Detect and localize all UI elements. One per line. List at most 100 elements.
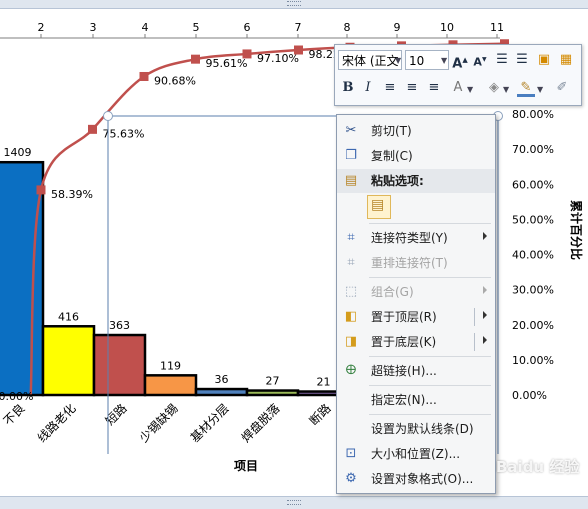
- bar-value-label: 363: [109, 319, 130, 332]
- menu-item-group[interactable]: ⬚ 组合(G): [337, 280, 495, 304]
- resize-grip-top[interactable]: [287, 1, 301, 6]
- shrink-font-icon[interactable]: A▼: [471, 51, 489, 69]
- menu-item-format-object[interactable]: ⚙ 设置对象格式(O)...: [337, 467, 495, 491]
- menu-item-paste-options: ▤ 粘贴选项:: [337, 169, 495, 193]
- sheet-bottom-border: [0, 496, 588, 509]
- menu-item-label: 设置对象格式(O)...: [371, 472, 474, 486]
- copy-icon: ❐: [345, 148, 357, 163]
- category-label: 少锡缺锡: [136, 401, 181, 446]
- menu-item-label: 指定宏(N)...: [371, 393, 437, 407]
- size-position-icon: ⊡: [345, 446, 357, 461]
- align-center-icon[interactable]: ☰: [513, 51, 531, 69]
- send-back-icon: ◨: [344, 334, 358, 349]
- category-label: 基材分层: [188, 401, 232, 445]
- menu-item-reroute-connectors[interactable]: ⌗ 重排连接符(T): [337, 251, 495, 275]
- menu-item-send-to-back[interactable]: ◨ 置于底层(K): [337, 330, 495, 354]
- bold-icon[interactable]: B: [339, 79, 357, 97]
- menu-split-divider: [474, 308, 475, 326]
- cumulative-data-label: 90.68%: [154, 74, 196, 87]
- menu-item-label: 置于底层(K): [371, 335, 437, 349]
- chevron-down-icon[interactable]: ▼: [537, 85, 543, 94]
- font-color-icon[interactable]: A: [449, 79, 467, 97]
- cumulative-data-label: 75.63%: [103, 127, 145, 140]
- text-box-icon[interactable]: ▣: [535, 51, 553, 69]
- menu-separator: [369, 277, 491, 278]
- secondary-x-tick-label: 10: [440, 21, 454, 34]
- grow-font-icon[interactable]: A▲: [451, 51, 469, 71]
- resize-grip-bottom[interactable]: [287, 500, 301, 505]
- category-label: 不良: [0, 401, 28, 429]
- menu-separator: [369, 385, 491, 386]
- menu-item-hyperlink[interactable]: 🜨 超链接(H)...: [337, 359, 495, 383]
- secondary-x-tick-label: 7: [295, 21, 302, 34]
- font-name-value: 宋体 (正文: [342, 54, 399, 68]
- bring-front-icon: ◧: [344, 309, 358, 324]
- menu-item-cut[interactable]: ✂ 剪切(T): [337, 119, 495, 143]
- cumulative-data-label: 95.61%: [206, 57, 248, 70]
- italic-icon[interactable]: I: [359, 79, 377, 97]
- secondary-x-tick-label: 4: [142, 21, 149, 34]
- menu-item-label: 剪切(T): [371, 124, 412, 138]
- align-left-icon[interactable]: ≡: [381, 79, 399, 97]
- chart-bar: [194, 387, 249, 397]
- menu-item-label: 超链接(H)...: [371, 364, 437, 378]
- menu-item-label: 粘贴选项:: [371, 174, 424, 188]
- bar-value-label: 416: [58, 310, 79, 323]
- category-label: 断路: [306, 401, 334, 429]
- right-axis-tick-label: 80.00%: [512, 108, 554, 121]
- connector-icon: ⌗: [347, 230, 355, 245]
- menu-separator: [369, 356, 491, 357]
- chevron-down-icon[interactable]: ▼: [441, 56, 447, 65]
- menu-separator: [369, 223, 491, 224]
- menu-item-set-default-line[interactable]: 设置为默认线条(D): [337, 417, 495, 441]
- menu-item-label: 置于顶层(R): [371, 310, 437, 324]
- menu-item-copy[interactable]: ❐ 复制(C): [337, 144, 495, 168]
- submenu-arrow-icon[interactable]: [483, 336, 487, 344]
- menu-item-bring-to-front[interactable]: ◧ 置于顶层(R): [337, 305, 495, 329]
- category-label: 短路: [102, 401, 130, 429]
- bar-value-label: 27: [266, 375, 280, 388]
- menu-item-size-position[interactable]: ⊡ 大小和位置(Z)...: [337, 442, 495, 466]
- cumulative-point: [242, 49, 252, 59]
- chart-bar: [41, 325, 96, 397]
- paste-icon: ▤: [344, 173, 358, 188]
- chevron-down-icon[interactable]: ▼: [467, 85, 473, 94]
- bar-value-label: 119: [160, 359, 181, 372]
- secondary-x-tick-label: 5: [193, 21, 200, 34]
- secondary-x-tick-label: 6: [244, 21, 251, 34]
- bar-value-label: 36: [215, 373, 229, 386]
- align-center-icon[interactable]: ≡: [403, 79, 421, 97]
- cumulative-point: [88, 124, 97, 134]
- right-axis-tick-label: 70.00%: [512, 143, 554, 156]
- cumulative-data-label: 97.10%: [257, 52, 299, 65]
- chevron-down-icon[interactable]: ▼: [503, 85, 509, 94]
- chart-bar: [92, 333, 147, 397]
- submenu-arrow-icon: [483, 232, 487, 240]
- category-label: 焊盘脱落: [238, 401, 283, 446]
- fill-color-icon[interactable]: ◈: [485, 79, 503, 97]
- font-name-box[interactable]: 宋体 (正文: [338, 50, 402, 70]
- menu-separator: [369, 414, 491, 415]
- menu-item-connector-type[interactable]: ⌗ 连接符类型(Y): [337, 226, 495, 250]
- line-color-icon[interactable]: ✎: [517, 79, 535, 97]
- eraser-icon[interactable]: ✐: [553, 79, 571, 97]
- chart-bar: [0, 160, 45, 397]
- chevron-down-icon[interactable]: ▼: [395, 56, 401, 65]
- right-axis-tick-label: 0.00%: [512, 389, 547, 402]
- menu-split-divider: [474, 333, 475, 351]
- align-right-icon[interactable]: ≡: [425, 79, 443, 97]
- hyperlink-icon: 🜨: [345, 363, 357, 378]
- submenu-arrow-icon[interactable]: [483, 311, 487, 319]
- format-painter-icon[interactable]: ▦: [557, 51, 575, 69]
- paste-icon: ▤: [371, 197, 385, 213]
- menu-item-assign-macro[interactable]: 指定宏(N)...: [337, 388, 495, 412]
- align-left-icon[interactable]: ☰: [493, 51, 511, 69]
- paste-option-button[interactable]: ▤: [367, 195, 391, 219]
- chart-bars: 1409 416 363 119 36 27 21: [0, 146, 351, 397]
- menu-item-label: 重排连接符(T): [371, 256, 448, 270]
- group-icon: ⬚: [344, 284, 358, 299]
- secondary-x-tick-label: 3: [90, 21, 97, 34]
- menu-item-label: 设置为默认线条(D): [371, 422, 474, 436]
- cumulative-point: [294, 45, 303, 55]
- watermark-text: Baidu 经验: [496, 458, 580, 476]
